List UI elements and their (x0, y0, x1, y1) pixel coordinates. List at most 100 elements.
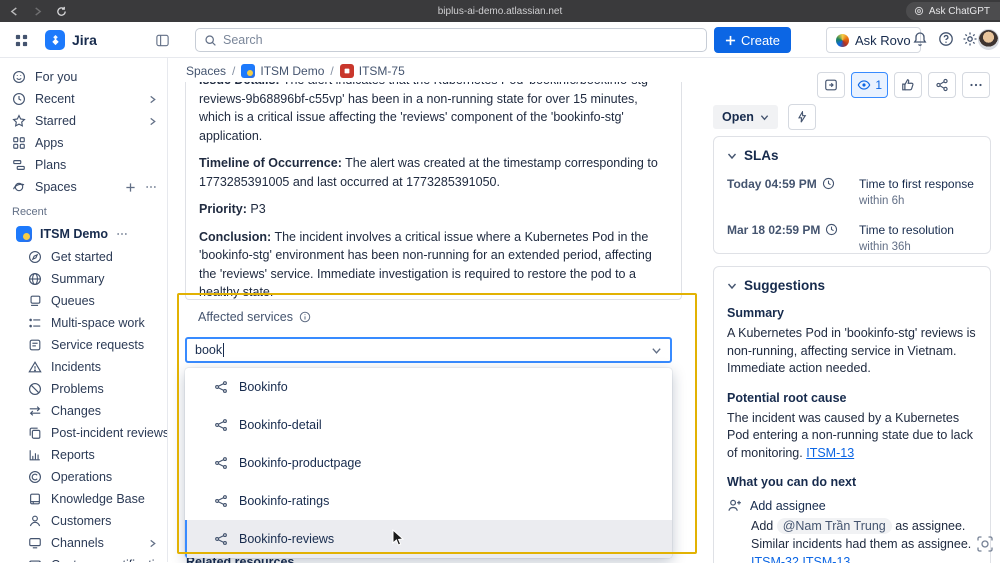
search-icon (204, 34, 217, 47)
more-icon[interactable] (116, 228, 128, 240)
assignee-suggestion-text: Add @Nam Trần Trung as assignee. Similar… (751, 517, 977, 563)
breadcrumb-issue[interactable]: ITSM-75 (340, 64, 405, 78)
collapse-sidebar-icon[interactable] (155, 33, 170, 48)
sidebar-item-get-started[interactable]: Get started (0, 246, 167, 268)
ask-chatgpt-button[interactable]: Ask ChatGPT (906, 2, 1000, 20)
smiley-icon (12, 70, 26, 84)
issue-link-itsm-32[interactable]: ITSM-32 (751, 555, 799, 563)
app-title: Jira (72, 32, 97, 48)
star-icon (12, 114, 26, 128)
conclusion-paragraph: Conclusion: The incident involves a crit… (199, 228, 668, 301)
sidebar-item-starred[interactable]: Starred (0, 110, 167, 132)
issue-details-paragraph: Issue Details: The alert indicates that … (199, 82, 668, 145)
typed-query: book (195, 343, 224, 357)
feedback-button[interactable] (817, 72, 845, 98)
sla-deadline: Today 04:59 PM (727, 177, 859, 209)
sidebar-item-queues[interactable]: Queues (0, 290, 167, 312)
watchers-button[interactable]: 1 (851, 72, 888, 98)
sidebar-project-itsm-demo[interactable]: ITSM Demo (0, 222, 167, 246)
book-icon (28, 492, 42, 506)
copy-doc-icon (28, 426, 42, 440)
sidebar-item-customers[interactable]: Customers (0, 510, 167, 532)
user-mention[interactable]: @Nam Trần Trung (777, 518, 892, 534)
sidebar-item-for-you[interactable]: For you (0, 66, 167, 88)
person-icon (28, 514, 42, 528)
affected-services-input[interactable]: book (185, 337, 672, 363)
chevron-down-icon[interactable] (651, 345, 662, 356)
help-icon[interactable] (938, 31, 954, 47)
chevron-right-icon (148, 539, 157, 548)
sla-row: Today 04:59 PM Time to first response wi… (727, 177, 977, 209)
dropdown-option-bookinfo-reviews[interactable]: Bookinfo-reviews (185, 520, 672, 558)
sidebar-item-problems[interactable]: Problems (0, 378, 167, 400)
sidebar-item-recent[interactable]: Recent (0, 88, 167, 110)
sidebar-item-knowledge-base[interactable]: Knowledge Base (0, 488, 167, 510)
sidebar-item-incidents[interactable]: Incidents (0, 356, 167, 378)
sidebar-item-spaces[interactable]: Spaces (0, 176, 167, 198)
automation-bolt-button[interactable] (788, 104, 816, 130)
global-search[interactable] (195, 28, 707, 52)
app-switcher-icon[interactable] (14, 33, 29, 48)
app-header: Jira Create Ask Rovo (0, 22, 1000, 58)
chevron-right-icon (148, 117, 157, 126)
sidebar-item-channels[interactable]: Channels (0, 532, 167, 554)
project-icon (241, 64, 255, 78)
form-icon (28, 338, 42, 352)
sla-deadline: Mar 18 02:59 PM (727, 223, 859, 255)
affected-services-dropdown: Bookinfo Bookinfo-detail Bookinfo-produc… (185, 368, 672, 558)
timeline-paragraph: Timeline of Occurrence: The alert was cr… (199, 154, 668, 191)
next-steps-heading: What you can do next (727, 475, 977, 489)
settings-gear-icon[interactable] (962, 31, 978, 47)
url-bar[interactable]: biplus-ai-demo.atlassian.net (0, 6, 1000, 17)
chevron-down-icon (727, 151, 737, 161)
rovo-icon (836, 34, 849, 47)
user-avatar[interactable] (978, 29, 999, 50)
info-icon[interactable] (299, 311, 311, 323)
more-icon[interactable] (145, 181, 157, 193)
no-entry-icon (28, 382, 42, 396)
clock-icon (825, 223, 838, 236)
sidebar-item-plans[interactable]: Plans (0, 154, 167, 176)
dropdown-option-bookinfo-ratings[interactable]: Bookinfo-ratings (185, 482, 672, 520)
service-icon (214, 494, 228, 508)
dropdown-option-bookinfo[interactable]: Bookinfo (185, 368, 672, 406)
more-actions-button[interactable] (962, 72, 990, 98)
sidebar-item-post-incident-reviews[interactable]: Post-incident reviews (0, 422, 167, 444)
issue-link-itsm-13[interactable]: ITSM-13 (806, 446, 854, 460)
bar-chart-icon (28, 448, 42, 462)
status-dropdown[interactable]: Open (713, 105, 778, 129)
breadcrumb-project[interactable]: ITSM Demo (241, 64, 324, 78)
sidebar-item-multi-space-work[interactable]: Multi-space work (0, 312, 167, 334)
sidebar-item-reports[interactable]: Reports (0, 444, 167, 466)
dropdown-option-bookinfo-productpage[interactable]: Bookinfo-productpage (185, 444, 672, 482)
add-icon[interactable] (125, 182, 136, 193)
sidebar-item-changes[interactable]: Changes (0, 400, 167, 422)
issue-link-itsm-13[interactable]: ITSM-13 (802, 555, 850, 563)
sidebar-item-customer-notifications[interactable]: Customer notifications (0, 554, 167, 562)
add-assignee-suggestion: Add assignee (727, 498, 977, 513)
sidebar-item-summary[interactable]: Summary (0, 268, 167, 290)
search-input[interactable] (223, 33, 698, 47)
slas-header[interactable]: SLAs (727, 148, 977, 163)
main-content: Spaces / ITSM Demo / ITSM-75 Issue Detai… (168, 58, 700, 562)
screen-capture-icon[interactable] (976, 535, 994, 553)
watchers-count: 1 (875, 78, 882, 92)
notifications-bell-icon[interactable] (912, 31, 928, 47)
sidebar-item-apps[interactable]: Apps (0, 132, 167, 154)
breadcrumb-spaces[interactable]: Spaces (186, 64, 226, 78)
create-button[interactable]: Create (714, 27, 791, 53)
like-button[interactable] (894, 72, 922, 98)
ask-rovo-button[interactable]: Ask Rovo (826, 27, 921, 53)
jira-logo[interactable] (45, 30, 65, 50)
sidebar-item-operations[interactable]: Operations (0, 466, 167, 488)
chatgpt-icon (914, 6, 924, 16)
dropdown-option-bookinfo-detail[interactable]: Bookinfo-detail (185, 406, 672, 444)
issue-description-card: Issue Details: The alert indicates that … (185, 82, 682, 300)
operations-icon (28, 470, 42, 484)
project-icon (16, 226, 32, 242)
share-button[interactable] (928, 72, 956, 98)
suggestions-header[interactable]: Suggestions (727, 278, 977, 293)
sidebar-item-service-requests[interactable]: Service requests (0, 334, 167, 356)
list-icon (28, 316, 42, 330)
chevron-down-icon (760, 113, 769, 122)
